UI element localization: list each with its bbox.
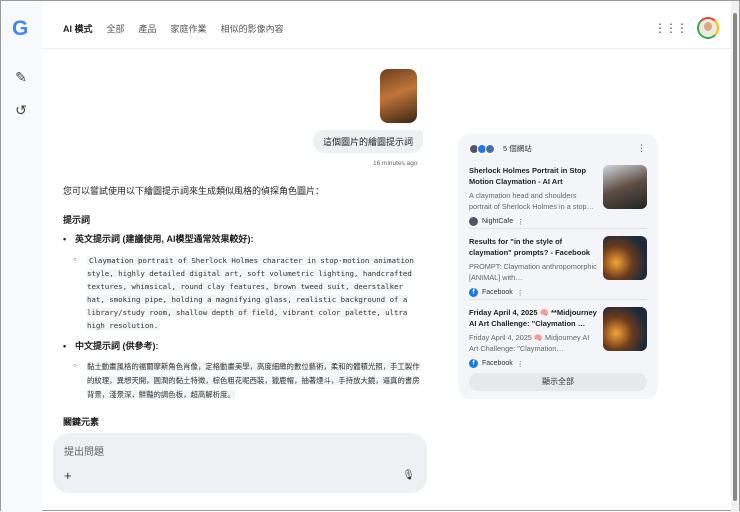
uploaded-image[interactable] xyxy=(380,69,417,123)
tabs: AI 模式 全部 產品 家庭作業 相似的影像內容 xyxy=(63,22,284,35)
plus-icon[interactable]: + xyxy=(64,468,72,483)
mic-icon[interactable]: 🎙 xyxy=(402,470,415,481)
source-name: Facebook xyxy=(482,289,513,296)
google-logo[interactable]: G xyxy=(12,17,28,41)
tab-ai-mode[interactable]: AI 模式 xyxy=(63,22,93,35)
nightcafe-icon xyxy=(469,217,478,226)
answer-intro: 您可以嘗試使用以下繪圖提示詞來生成類似風格的偵探角色圖片： xyxy=(63,186,325,196)
en-prompt-label: 英文提示詞 (建議使用, AI模型通常效果較好): xyxy=(63,233,425,246)
divider xyxy=(469,299,647,300)
facebook-icon: f xyxy=(469,288,478,297)
tab-products[interactable]: 產品 xyxy=(139,22,157,35)
source-desc: Friday April 4, 2025 🧠 Midjourney AI Art… xyxy=(469,333,590,353)
divider xyxy=(469,228,647,229)
apps-grid-icon[interactable]: ⋮⋮⋮ xyxy=(654,21,688,35)
source-desc: PROMPT: Claymation anthropomorphic [ANIM… xyxy=(469,262,597,282)
facebook-icon: f xyxy=(469,359,478,368)
user-message: 這個圖片的繪圖提示詞 xyxy=(313,130,424,153)
show-all-button[interactable]: 顯示全部 xyxy=(469,373,647,391)
more-options-icon[interactable]: ⋮ xyxy=(517,218,524,226)
more-options-icon[interactable]: ⋮ xyxy=(517,289,524,297)
ask-placeholder[interactable]: 提出問題 xyxy=(64,443,104,458)
source-title[interactable]: Friday April 4, 2025 🧠 **Midjourney AI A… xyxy=(469,307,599,329)
new-chat-icon[interactable]: ✎ xyxy=(13,69,29,85)
tab-similar-images[interactable]: 相似的影像內容 xyxy=(221,22,284,35)
zh-prompt-label: 中文提示詞 (供參考): xyxy=(63,340,425,353)
source-name: NightCafe xyxy=(482,218,514,225)
left-rail: G ✎ ↺ xyxy=(1,1,42,512)
source-title[interactable]: Sherlock Holmes Portrait in Stop Motion … xyxy=(469,165,599,187)
avatar[interactable] xyxy=(697,17,719,39)
scrollbar[interactable] xyxy=(731,1,739,512)
section-heading: 關鍵元素 xyxy=(63,417,100,428)
source-item[interactable]: Friday April 4, 2025 🧠 **Midjourney AI A… xyxy=(469,307,647,377)
en-prompt: Claymation portrait of Sherlock Holmes c… xyxy=(87,255,414,330)
source-title[interactable]: Results for "in the style of claymation"… xyxy=(469,236,599,258)
tab-homework[interactable]: 家庭作業 xyxy=(171,22,207,35)
tab-all[interactable]: 全部 xyxy=(107,22,125,35)
sources-header: 5 個網站 xyxy=(469,143,532,154)
source-item[interactable]: Results for "in the style of claymation"… xyxy=(469,236,647,306)
source-thumbnail[interactable] xyxy=(603,307,647,351)
section-heading: 提示詞 xyxy=(63,214,91,225)
more-options-icon[interactable]: ⋮ xyxy=(517,360,524,368)
source-desc: A claymation head and shoulders portrait… xyxy=(469,191,594,211)
timestamp: 16 minutes ago xyxy=(373,160,418,167)
answer: 您可以嘗試使用以下繪圖提示詞來生成類似風格的偵探角色圖片： 提示詞 英文提示詞 … xyxy=(63,185,425,436)
source-thumbnail[interactable] xyxy=(603,165,647,209)
zh-prompt: 黏土動畫風格的福爾摩斯角色肖像，定格動畫美學，高度細緻的數位藝術，柔和的體積光照… xyxy=(87,362,420,400)
source-thumbnail[interactable] xyxy=(603,236,647,280)
scrollbar-thumb[interactable] xyxy=(733,13,737,501)
ask-input[interactable]: 提出問題 + 🎙 xyxy=(53,433,427,493)
source-item[interactable]: Sherlock Holmes Portrait in Stop Motion … xyxy=(469,165,647,235)
source-name: Facebook xyxy=(482,360,513,367)
more-options-icon[interactable]: ⋮ xyxy=(637,143,646,154)
site-favicon-icon xyxy=(485,143,495,154)
history-icon[interactable]: ↺ xyxy=(13,102,29,118)
sources-card: 5 個網站 ⋮ Sherlock Holmes Portrait in Stop… xyxy=(458,134,658,399)
header: AI 模式 全部 產品 家庭作業 相似的影像內容 ⋮⋮⋮ xyxy=(42,1,731,49)
sources-count: 5 個網站 xyxy=(503,144,532,153)
